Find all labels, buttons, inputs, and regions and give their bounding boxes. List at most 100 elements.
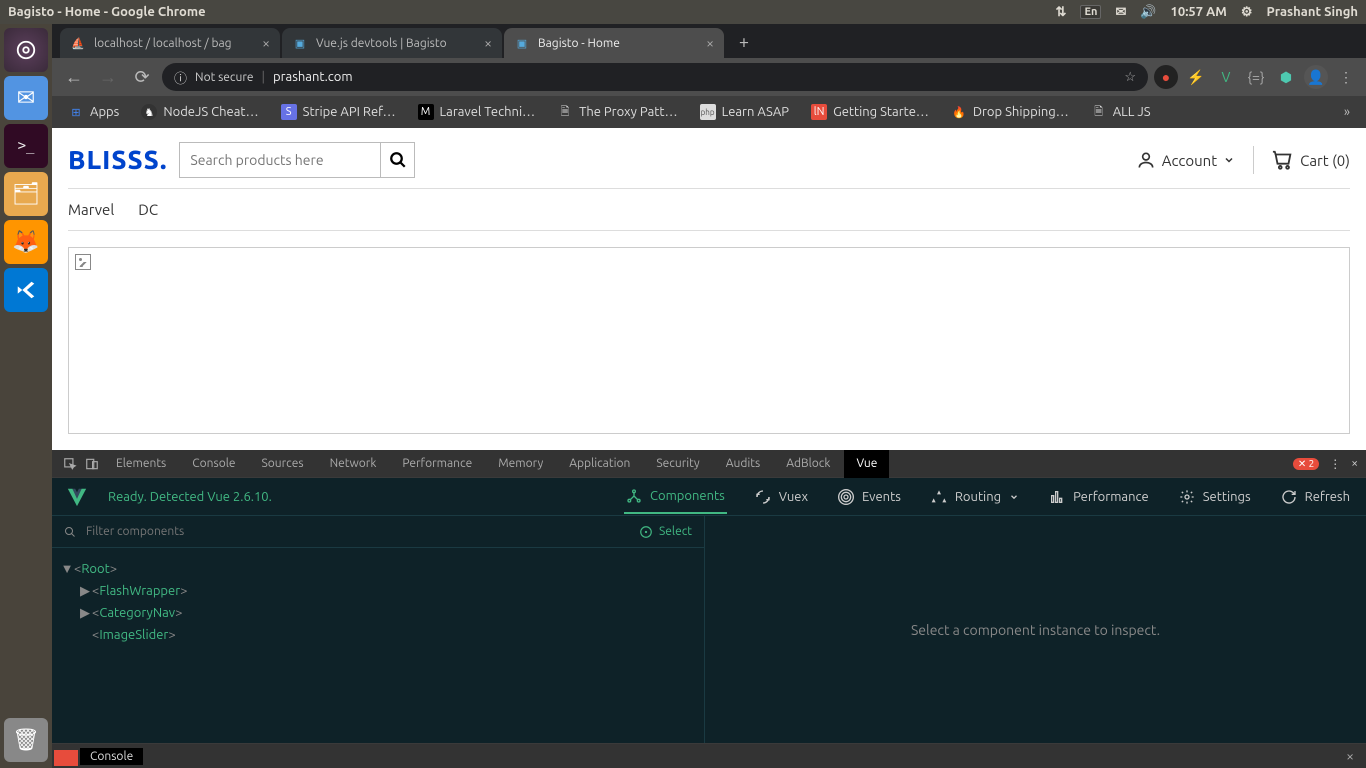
devtools-tab-audits[interactable]: Audits (714, 450, 773, 478)
ext-icon-1[interactable]: ● (1154, 65, 1178, 89)
tree-node-root[interactable]: ▼ <Root> (60, 558, 696, 580)
vue-tab-settings[interactable]: Settings (1177, 481, 1253, 513)
trash-icon[interactable]: 🗑 (4, 718, 48, 762)
close-icon[interactable]: × (262, 35, 270, 51)
browser-tab-0[interactable]: ⛵ localhost / localhost / bag × (60, 28, 280, 58)
browser-tab-2[interactable]: ▣ Bagisto - Home × (504, 28, 724, 58)
category-dc[interactable]: DC (138, 201, 158, 218)
devtools-tab-elements[interactable]: Elements (104, 450, 178, 478)
ext-icon-2[interactable]: ⚡ (1184, 65, 1208, 89)
search-button[interactable] (380, 143, 414, 177)
dash-icon[interactable] (4, 28, 48, 72)
bookmark-stripe[interactable]: SStripe API Ref… (273, 100, 404, 124)
thunderbird-icon[interactable]: ✉ (4, 76, 48, 120)
mail-icon[interactable]: ✉ (1115, 5, 1126, 20)
person-icon (1136, 150, 1156, 170)
search-input[interactable] (180, 143, 380, 177)
vue-select-component-button[interactable]: Select (639, 525, 692, 539)
ext-icon-5[interactable]: ⬢ (1274, 65, 1298, 89)
image-slider (68, 247, 1350, 434)
inspect-element-icon[interactable] (60, 454, 80, 474)
network-icon[interactable]: ⇅ (1056, 5, 1067, 20)
sound-icon[interactable]: 🔊 (1140, 5, 1156, 20)
bookmark-apps[interactable]: ⊞Apps (60, 100, 127, 124)
gear-icon (1179, 489, 1195, 505)
store-logo[interactable]: BLISSS. (68, 145, 167, 176)
ext-icon-4[interactable]: {=} (1244, 65, 1268, 89)
vue-component-tree-panel: Select ▼ <Root> ▶ <FlashWrapper> ▶ <Cate… (52, 516, 705, 743)
error-badge[interactable]: ✕ 2 (1293, 458, 1319, 470)
close-icon[interactable]: × (484, 35, 492, 51)
chrome-menu-button[interactable]: ⋮ (1334, 65, 1358, 89)
settings-gear-icon[interactable]: ⚙ (1241, 5, 1253, 20)
vue-tab-refresh[interactable]: Refresh (1279, 481, 1352, 513)
devtools-tab-performance[interactable]: Performance (390, 450, 484, 478)
browser-tab-1[interactable]: ▣ Vue.js devtools | Bagisto × (282, 28, 502, 58)
vue-tab-vuex[interactable]: Vuex (753, 481, 810, 513)
close-icon[interactable]: × (706, 35, 714, 51)
apps-grid-icon: ⊞ (68, 104, 84, 120)
drawer-close-icon[interactable]: × (1338, 748, 1362, 764)
laravel-news-icon: lN (811, 104, 827, 120)
cart-link[interactable]: Cart (0) (1272, 149, 1350, 171)
vue-tab-performance[interactable]: Performance (1047, 481, 1151, 513)
keyboard-lang[interactable]: En (1080, 5, 1101, 19)
devtools-menu-icon[interactable]: ⋮ (1329, 457, 1341, 471)
devtools-tab-memory[interactable]: Memory (486, 450, 555, 478)
expand-arrow-icon[interactable]: ▶ (78, 602, 92, 624)
bookmark-laravel[interactable]: MLaravel Techni… (410, 100, 544, 124)
tree-node-flashwrapper[interactable]: ▶ <FlashWrapper> (60, 580, 696, 602)
devtools-tab-application[interactable]: Application (557, 450, 642, 478)
devtools-tab-console[interactable]: Console (180, 450, 247, 478)
vue-logo-icon (66, 486, 88, 508)
bookmark-learn[interactable]: phpLearn ASAP (692, 100, 798, 124)
collapse-arrow-icon[interactable]: ▼ (60, 558, 74, 580)
category-nav: Marvel DC (68, 188, 1350, 231)
vue-tab-events[interactable]: Events (836, 481, 903, 513)
devtools-tab-vue[interactable]: Vue (844, 450, 889, 478)
drawer-tab-console[interactable]: Console (80, 748, 143, 765)
vue-tab-routing[interactable]: Routing (929, 481, 1021, 513)
devtools-tab-network[interactable]: Network (318, 450, 389, 478)
devtools-tab-security[interactable]: Security (644, 450, 711, 478)
bookmark-dropship[interactable]: 🔥Drop Shipping… (943, 100, 1077, 124)
vscode-icon[interactable] (4, 268, 48, 312)
info-icon: ⓘ (174, 68, 187, 87)
bookmark-proxy[interactable]: 🗎The Proxy Patt… (549, 100, 685, 124)
tree-node-categorynav[interactable]: ▶ <CategoryNav> (60, 602, 696, 624)
profile-avatar[interactable]: 👤 (1304, 65, 1328, 89)
files-icon[interactable]: 🗂 (4, 172, 48, 216)
chevron-down-icon (1009, 492, 1019, 502)
php-icon: php (700, 104, 716, 120)
expand-arrow-icon[interactable]: ▶ (78, 580, 92, 602)
forward-button[interactable]: → (94, 63, 122, 91)
firefox-icon[interactable]: 🦊 (4, 220, 48, 264)
events-icon (838, 489, 854, 505)
back-button[interactable]: ← (60, 63, 88, 91)
device-toolbar-icon[interactable] (82, 454, 102, 474)
search-icon (64, 526, 76, 538)
vue-devtools-panel: Ready. Detected Vue 2.6.10. Components V… (52, 478, 1366, 743)
ubuntu-launcher: ✉ >_ 🗂 🦊 🗑 (0, 24, 52, 768)
new-tab-button[interactable]: + (730, 28, 758, 56)
devtools-close-icon[interactable]: × (1351, 457, 1358, 470)
bookmark-star-icon[interactable]: ☆ (1124, 70, 1136, 85)
clock[interactable]: 10:57 AM (1171, 5, 1227, 19)
tab-label: Vue.js devtools | Bagisto (316, 37, 476, 50)
bookmark-nodejs[interactable]: ♞NodeJS Cheat… (133, 100, 266, 124)
user-name[interactable]: Prashant Singh (1267, 5, 1358, 19)
tree-node-imageslider[interactable]: <ImageSlider> (60, 624, 696, 646)
devtools-tab-adblock[interactable]: AdBlock (774, 450, 842, 478)
vue-tab-components[interactable]: Components (624, 480, 727, 514)
bookmarks-overflow[interactable]: » (1336, 105, 1358, 119)
bookmark-alljs[interactable]: 🗎ALL JS (1083, 100, 1159, 124)
filter-input[interactable] (86, 525, 629, 538)
account-link[interactable]: Account (1136, 150, 1235, 170)
ext-vue-icon[interactable]: V (1214, 65, 1238, 89)
reload-button[interactable]: ⟳ (128, 63, 156, 91)
bookmark-getting-started[interactable]: lNGetting Starte… (803, 100, 937, 124)
devtools-tab-sources[interactable]: Sources (249, 450, 315, 478)
category-marvel[interactable]: Marvel (68, 201, 114, 218)
address-bar[interactable]: ⓘ Not secure | prashant.com ☆ (162, 63, 1148, 91)
terminal-icon[interactable]: >_ (4, 124, 48, 168)
